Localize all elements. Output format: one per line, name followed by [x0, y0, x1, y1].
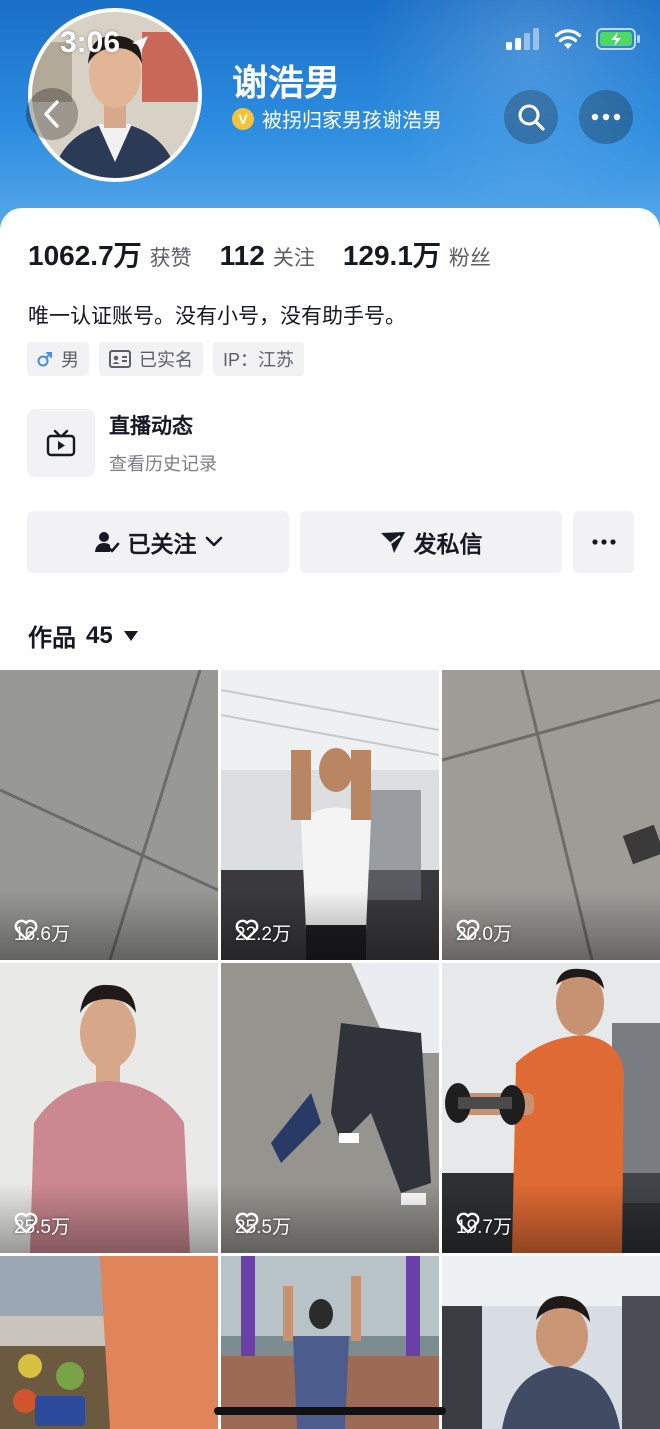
following-count[interactable]: 112 [220, 240, 265, 272]
heart-icon [14, 919, 38, 941]
video-thumbnail[interactable]: 25.5万 [0, 963, 218, 1253]
message-button[interactable]: 发私信 [300, 511, 562, 573]
following-button[interactable]: 已关注 [27, 511, 289, 573]
user-check-icon [94, 532, 119, 553]
video-thumbnail[interactable]: 20.0万 [442, 670, 660, 960]
verification-text: 被拐归家男孩谢浩男 [262, 108, 442, 132]
live-history-entry[interactable]: 直播动态 查看历史记录 [27, 409, 217, 477]
male-icon [37, 352, 52, 367]
more-icon [591, 113, 621, 121]
live-subtitle: 查看历史记录 [109, 454, 217, 475]
heart-icon [456, 919, 480, 941]
home-indicator[interactable] [214, 1407, 446, 1415]
video-thumbnail[interactable] [0, 1256, 218, 1429]
tv-icon [46, 429, 76, 457]
heart-icon [14, 1212, 38, 1234]
video-thumbnail[interactable] [442, 1256, 660, 1429]
location-arrow-icon [132, 36, 148, 52]
works-count: 45 [86, 621, 113, 649]
followers-label[interactable]: 粉丝 [449, 242, 491, 272]
ip-tag: IP：江苏 [213, 342, 305, 376]
chevron-down-icon [205, 536, 222, 547]
verification-row: V 被拐归家男孩谢浩男 [232, 104, 442, 133]
like-count: 20.0万 [456, 919, 512, 946]
like-count: 22.2万 [235, 919, 291, 946]
wifi-icon [554, 29, 582, 49]
gender-tag: 男 [27, 342, 89, 376]
video-thumbnail[interactable] [221, 1256, 439, 1429]
following-button-label: 已关注 [127, 532, 197, 558]
send-icon [380, 532, 405, 553]
live-title: 直播动态 [109, 414, 193, 438]
id-card-icon [109, 350, 131, 368]
gender-text: 男 [61, 350, 79, 371]
stats-row: 1062.7万 获赞 112 关注 129.1万 粉丝 [28, 234, 519, 274]
more-icon [591, 539, 616, 545]
works-tab[interactable]: 作品 45 [28, 618, 139, 653]
like-count: 19.7万 [456, 1212, 512, 1239]
video-thumbnail[interactable]: 22.2万 [221, 670, 439, 960]
back-arrow-icon [44, 100, 59, 128]
battery-icon [596, 28, 640, 50]
video-grid: 16.6万 22.2万 20.0万 25.5万 25.5万 19.7万 [0, 670, 660, 1429]
status-time: 3:06 [60, 26, 121, 59]
back-button[interactable] [26, 88, 78, 140]
realname-text: 已实名 [139, 350, 193, 371]
profile-name: 谢浩男 [232, 63, 341, 104]
followers-count[interactable]: 129.1万 [343, 234, 441, 274]
likes-label: 获赞 [149, 246, 192, 270]
heart-icon [235, 919, 259, 941]
signal-icon [506, 28, 539, 50]
like-count: 25.5万 [14, 1212, 70, 1239]
profile-tags: 男 已实名 IP：江苏 [27, 342, 305, 376]
action-buttons: 已关注 发私信 [27, 511, 634, 573]
realname-tag: 已实名 [99, 342, 203, 376]
video-thumbnail[interactable]: 19.7万 [442, 963, 660, 1253]
ip-text: IP：江苏 [223, 350, 295, 370]
search-icon [518, 104, 545, 131]
like-count: 16.6万 [14, 919, 70, 946]
works-label: 作品 [28, 624, 76, 652]
like-count: 25.5万 [235, 1212, 291, 1239]
search-button[interactable] [504, 90, 558, 144]
more-actions-button[interactable] [573, 511, 634, 573]
more-options-button[interactable] [579, 90, 633, 144]
live-icon-box [27, 409, 95, 477]
likes-count: 1062.7万 [28, 240, 142, 271]
video-thumbnail[interactable]: 16.6万 [0, 670, 218, 960]
heart-icon [235, 1212, 259, 1234]
profile-card: 1062.7万 获赞 112 关注 129.1万 粉丝 唯一认证账号。没有小号，… [0, 208, 660, 670]
heart-icon [456, 1212, 480, 1234]
caret-down-icon [123, 630, 138, 641]
message-button-label: 发私信 [413, 532, 483, 558]
status-icons [506, 28, 642, 50]
following-label[interactable]: 关注 [273, 242, 315, 272]
video-thumbnail[interactable]: 25.5万 [221, 963, 439, 1253]
bio-text: 唯一认证账号。没有小号，没有助手号。 [28, 304, 406, 328]
verified-badge-icon: V [232, 107, 254, 130]
